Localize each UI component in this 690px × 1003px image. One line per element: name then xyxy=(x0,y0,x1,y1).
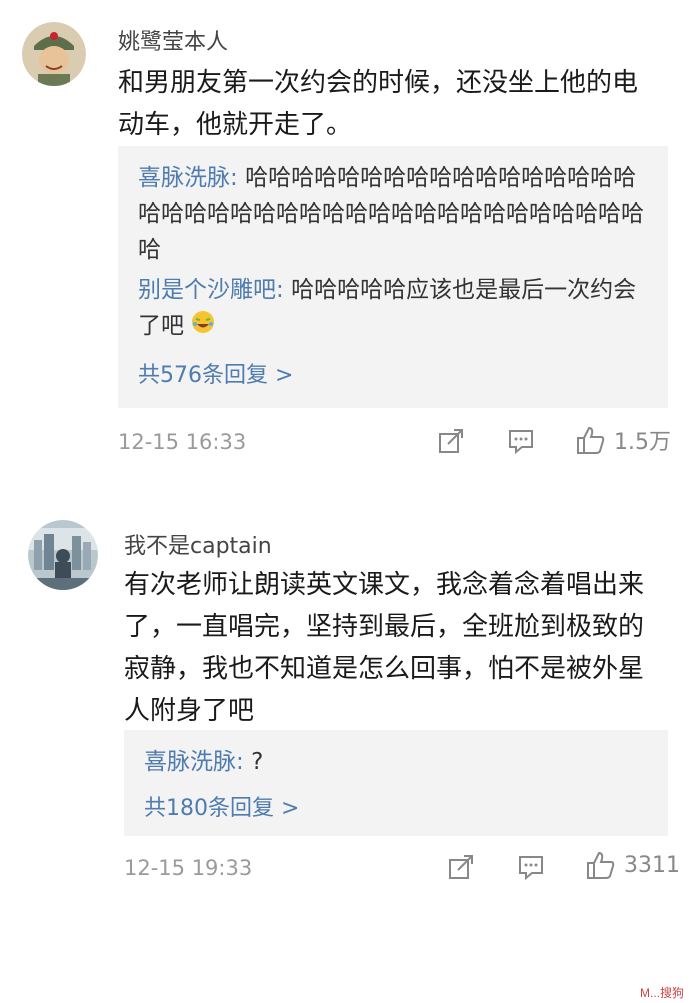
reply-box: 喜脉洗脉: ? 共180条回复 > xyxy=(124,730,668,836)
watermark: M...搜狗 xyxy=(640,986,684,1000)
reply-text: ? xyxy=(251,749,264,775)
comment-button[interactable] xyxy=(518,854,544,880)
reply-item: 喜脉洗脉: 哈哈哈哈哈哈哈哈哈哈哈哈哈哈哈哈哈哈哈哈哈哈哈哈哈哈哈哈哈哈哈哈哈哈… xyxy=(138,160,648,268)
share-icon xyxy=(439,429,463,453)
user-avatar[interactable] xyxy=(22,22,86,86)
comment-icon xyxy=(519,856,543,880)
reply-item: 别是个沙雕吧: 哈哈哈哈哈应该也是最后一次约会了吧 xyxy=(138,272,648,345)
comment-icon xyxy=(509,430,533,454)
view-more-replies-link[interactable]: 共180条回复 > xyxy=(144,790,648,822)
timestamp: 12-15 16:33 xyxy=(118,430,247,454)
view-more-replies-link[interactable]: 共576条回复 > xyxy=(138,357,648,389)
username[interactable]: 姚鹭莹本人 xyxy=(118,24,228,56)
thumbs-up-icon xyxy=(587,851,615,879)
share-button[interactable] xyxy=(448,854,474,880)
comment-text: 有次老师让朗读英文课文，我念着念着唱出来了，一直唱完，坚持到最后，全班尬到极致的… xyxy=(124,570,645,726)
like-button[interactable]: 1.5万 xyxy=(576,424,671,456)
thumbs-up-icon xyxy=(577,426,605,454)
comment-card-2: 我不是captain 有次老师让朗读英文课文，我念着念着唱出来了，一直唱完，坚持… xyxy=(0,480,690,1000)
username[interactable]: 我不是captain xyxy=(124,528,272,560)
laughing-crying-emoji xyxy=(191,309,215,345)
like-count: 1.5万 xyxy=(614,430,671,455)
comment-card-1: 姚鹭莹本人 和男朋友第一次约会的时候，还没坐上他的电动车，他就开走了。 喜脉洗脉… xyxy=(0,0,690,480)
reply-box: 喜脉洗脉: 哈哈哈哈哈哈哈哈哈哈哈哈哈哈哈哈哈哈哈哈哈哈哈哈哈哈哈哈哈哈哈哈哈哈… xyxy=(118,146,668,408)
reply-item: 喜脉洗脉: ? xyxy=(144,744,648,780)
share-icon xyxy=(449,855,473,879)
user-avatar[interactable] xyxy=(28,520,98,590)
timestamp: 12-15 19:33 xyxy=(124,856,253,880)
share-button[interactable] xyxy=(438,428,464,454)
like-button[interactable]: 3311 xyxy=(586,850,680,880)
reply-username[interactable]: 别是个沙雕吧: xyxy=(138,277,284,303)
comment-button[interactable] xyxy=(508,428,534,454)
like-count: 3311 xyxy=(624,852,680,878)
reply-username[interactable]: 喜脉洗脉: xyxy=(144,749,244,775)
reply-username[interactable]: 喜脉洗脉: xyxy=(138,165,238,191)
comment-text: 和男朋友第一次约会的时候，还没坐上他的电动车，他就开走了。 xyxy=(118,68,639,140)
